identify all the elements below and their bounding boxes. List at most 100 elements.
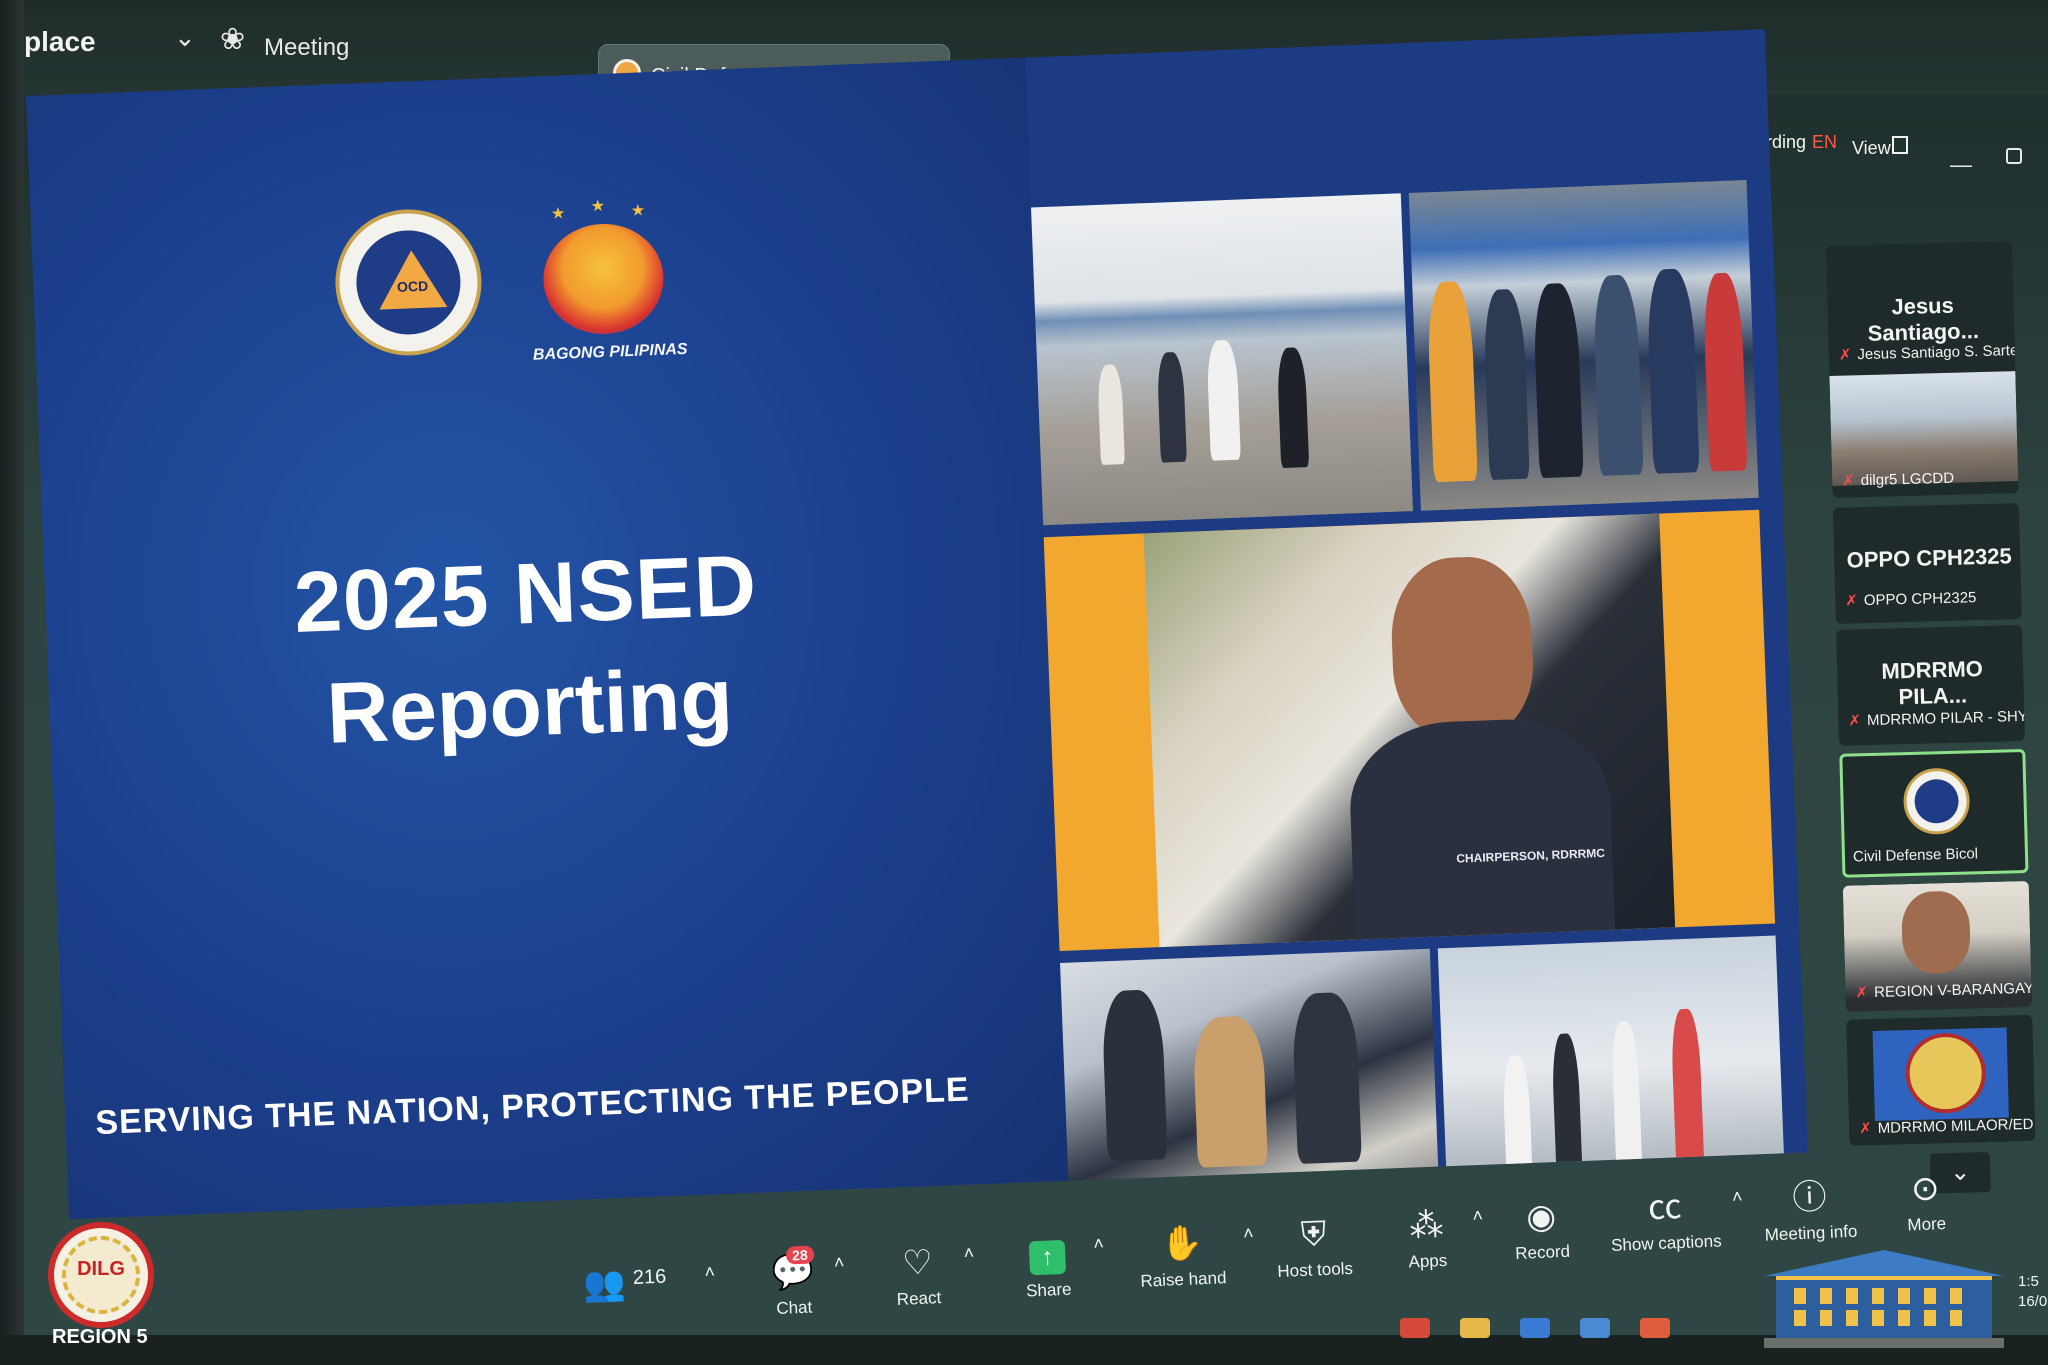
participant-name: OPPO CPH2325	[1863, 589, 1977, 610]
photo-official-portrait: CHAIRPERSON, RDRRMC	[1043, 509, 1776, 951]
chat-label: Chat	[775, 1297, 813, 1319]
slide-title-line2: Reporting	[325, 650, 735, 762]
share-label: Share	[1025, 1279, 1072, 1301]
dilg-seal-logo: DILG	[48, 1222, 154, 1328]
record-label: Record	[1514, 1241, 1571, 1264]
participant-name: Jesus Santiago S. Sarte...	[1857, 341, 2016, 364]
apps-label: Apps	[1408, 1250, 1448, 1272]
ocd-logo-icon	[1902, 767, 1971, 836]
chat-unread-badge: 28	[785, 1245, 815, 1265]
people-count: 216	[632, 1265, 667, 1289]
participant-tile[interactable]: ✗ MDRRMO MILAOR/ED...	[1846, 1014, 2036, 1146]
dilg-seal-text: DILG	[77, 1258, 125, 1280]
more-label: More	[1907, 1213, 1947, 1235]
workspace-label[interactable]: place	[24, 26, 96, 58]
participant-tile[interactable]: Jesus Santiago... ✗ Jesus Santiago S. Sar…	[1826, 241, 2019, 498]
participant-tile[interactable]: MDRRMO PILA... ✗ MDRRMO PILAR - SHY	[1836, 624, 2026, 746]
taskbar-app-icon[interactable]	[1580, 1318, 1610, 1338]
clock-date: 16/05	[2018, 1293, 2048, 1310]
participant-name: MDRRMO MILAOR/ED...	[1877, 1115, 2036, 1137]
raise-hand-label: Raise hand	[1140, 1268, 1227, 1291]
slide-title-panel: OCD ★ ★ ★ BAGONG PILIPINAS 2025 NSED Rep…	[26, 57, 1069, 1220]
host-tools-button[interactable]: ⛨ Host tools	[1263, 1212, 1366, 1282]
taskbar	[0, 1335, 2048, 1365]
apps-button[interactable]: ⁂ Apps ˄	[1391, 1204, 1483, 1273]
meeting-icon: ❀	[220, 23, 246, 56]
star-icon: ★	[630, 202, 646, 220]
participant-display-name: Jesus Santiago...	[1867, 292, 1980, 346]
star-icon: ★	[550, 205, 566, 223]
chevron-up-icon[interactable]: ˄	[834, 1252, 845, 1273]
chat-button[interactable]: 💬 28 Chat ˄	[762, 1245, 845, 1319]
participant-tile-active[interactable]: Civil Defense Bicol	[1839, 748, 2029, 878]
chevron-up-icon[interactable]: ˄	[1472, 1205, 1483, 1226]
chevron-up-icon[interactable]: ˄	[704, 1262, 715, 1283]
clock-time: 1:5	[2018, 1273, 2039, 1290]
participant-seal-image	[1872, 1027, 2009, 1122]
monitor-bezel	[0, 0, 24, 1365]
chevron-up-icon[interactable]: ˄	[963, 1243, 974, 1264]
share-button[interactable]: ↑ Share ˄	[1011, 1232, 1105, 1302]
participants-panel: Jesus Santiago... ✗ Jesus Santiago S. Sar…	[1826, 241, 2036, 1194]
chevron-up-icon[interactable]: ˄	[1093, 1233, 1104, 1254]
cc-icon: ㏄	[1647, 1188, 1683, 1228]
mic-muted-icon: ✗	[1848, 712, 1862, 730]
ellipsis-icon: ⊙	[1910, 1169, 1941, 1209]
bagong-pilipinas-label: BAGONG PILIPINAS	[532, 340, 688, 364]
taskbar-app-icon[interactable]	[1400, 1318, 1430, 1338]
restore-icon[interactable]	[2006, 148, 2022, 164]
bagong-pilipinas-logo: ★ ★ ★ BAGONG PILIPINAS	[521, 197, 688, 375]
record-icon: ◉	[1525, 1197, 1557, 1237]
record-button[interactable]: ◉ Record	[1500, 1195, 1583, 1264]
mic-muted-icon: ✗	[1841, 472, 1855, 490]
more-button[interactable]: ⊙ More	[1890, 1167, 1963, 1236]
minimize-icon[interactable]: —	[1950, 152, 1972, 178]
react-label: React	[896, 1288, 942, 1309]
slide-tagline: SERVING THE NATION, PROTECTING THE PEOPL…	[94, 1070, 971, 1143]
photo-officials-group	[1408, 180, 1759, 511]
raise-hand-button[interactable]: ✋ Raise hand ˄	[1131, 1222, 1254, 1292]
view-layout-icon[interactable]	[1892, 136, 1908, 154]
shield-tools-icon: ⛨	[1300, 1214, 1328, 1254]
participant-display-name: MDRRMO PILA...	[1881, 656, 1984, 710]
system-clock: 1:5 16/05	[2018, 1272, 2048, 1312]
region-label: REGION 5	[52, 1326, 148, 1348]
show-captions-label: Show captions	[1610, 1231, 1722, 1256]
mic-muted-icon: ✗	[1838, 346, 1852, 364]
chevron-up-icon[interactable]: ˄	[1243, 1223, 1254, 1244]
info-icon: ⓘ	[1791, 1177, 1828, 1218]
star-icon: ★	[590, 197, 606, 216]
language-label[interactable]: EN	[1812, 132, 1837, 153]
sun-emblem	[541, 221, 666, 337]
mic-muted-icon: ✗	[1858, 1120, 1872, 1138]
taskbar-app-icon[interactable]	[1640, 1318, 1670, 1338]
ocd-seal-logo: OCD	[332, 206, 485, 359]
chevron-down-icon[interactable]: ⌄	[174, 22, 196, 53]
participant-tile[interactable]: OPPO CPH2325 ✗ OPPO CPH2325	[1832, 503, 2022, 624]
people-icon: 👥	[582, 1264, 627, 1305]
ocd-seal-text: OCD	[396, 277, 429, 295]
meeting-screen: place ⌄ ❀ Meeting Civil Defense Bicol's …	[0, 0, 2048, 1365]
taskbar-app-icon[interactable]	[1460, 1318, 1490, 1338]
heart-icon: ♡	[901, 1243, 934, 1283]
slide-title-line1: 2025 NSED	[292, 537, 759, 652]
host-tools-label: Host tools	[1277, 1258, 1354, 1282]
participant-name: Civil Defense Bicol	[1852, 845, 1979, 866]
people-button[interactable]: 👥 216 ˄	[582, 1262, 715, 1305]
apps-icon: ⁂	[1408, 1206, 1445, 1246]
taskbar-app-icon[interactable]	[1520, 1318, 1550, 1338]
meeting-info-button[interactable]: ⓘ Meeting info	[1754, 1175, 1867, 1246]
react-button[interactable]: ♡ React ˄	[882, 1242, 974, 1311]
mic-muted-icon: ✗	[1845, 592, 1859, 610]
participant-display-name: OPPO CPH2325	[1846, 543, 2013, 573]
participant-tile[interactable]: ✗ REGION V-BARANGAY...	[1842, 880, 2032, 1012]
view-label[interactable]: View	[1852, 138, 1891, 159]
photo-drill-crowd	[1031, 193, 1413, 526]
participant-name: MDRRMO PILAR - SHY	[1866, 707, 2025, 730]
chevron-up-icon[interactable]: ˄	[1732, 1186, 1743, 1207]
show-captions-button[interactable]: ㏄ Show captions ˄	[1604, 1185, 1743, 1256]
share-arrow-icon: ↑	[1028, 1239, 1067, 1276]
shared-slide: OCD ★ ★ ★ BAGONG PILIPINAS 2025 NSED Rep…	[26, 29, 1808, 1220]
meeting-label[interactable]: Meeting	[264, 34, 349, 62]
hand-icon: ✋	[1160, 1224, 1204, 1264]
